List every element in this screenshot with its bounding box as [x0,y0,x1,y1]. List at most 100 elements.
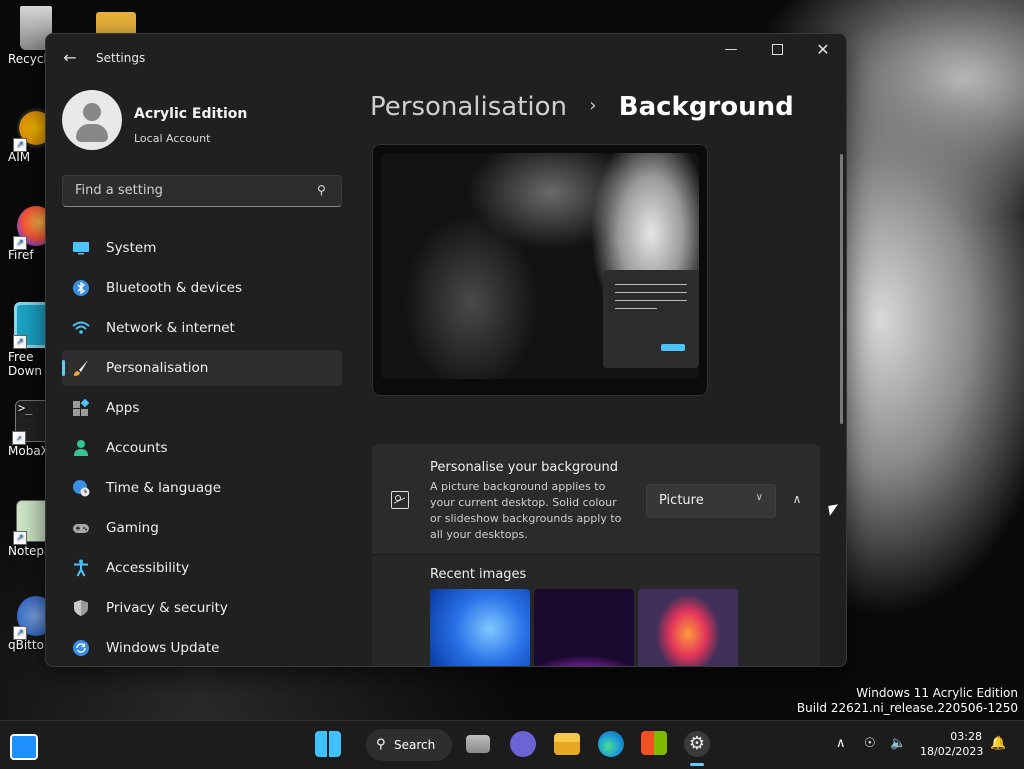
dropdown-value: Picture [659,493,704,508]
mouse-cursor-icon [828,504,840,516]
mockup-line [615,300,687,301]
sidebar-item-label: Time & language [106,480,222,496]
watermark-build: Build 22621.ni_release.220506-1250 [796,701,1018,715]
collapse-button[interactable]: ∧ [786,488,808,510]
recent-image-thumbnail[interactable] [638,589,738,666]
personalise-background-card: Personalise your background A picture ba… [372,444,820,555]
sidebar-item-personalisation[interactable]: Personalisation [62,350,342,386]
shortcut-arrow-icon: ↗ [13,236,27,250]
recent-image-thumbnail[interactable] [534,589,634,666]
sidebar-item-system[interactable]: System [62,230,342,266]
sidebar-item-label: Bluetooth & devices [106,280,243,296]
chevron-down-icon: ∨ [755,492,763,503]
sidebar-item-label: Accounts [106,440,168,456]
sidebar-item-privacy-security[interactable]: Privacy & security [62,590,342,626]
chevron-up-icon: ∧ [792,492,802,506]
desktop-icon-label: Free Down [8,350,43,378]
chat-button[interactable] [510,731,536,757]
clock-date: 18/02/2023 [920,745,984,758]
apps-icon [73,399,90,416]
edge-button[interactable] [598,731,624,757]
breadcrumb-separator-icon: › [589,95,597,116]
close-button[interactable]: ✕ [800,34,846,66]
sidebar-item-windows-update[interactable]: Windows Update [62,630,342,666]
brush-icon [74,360,88,376]
settings-window: ← Settings — ✕ Acrylic Edition Local Acc… [45,33,847,667]
maximize-button[interactable] [754,34,800,66]
page-title: Background [618,92,794,122]
notification-bell-icon[interactable]: 🔔 [990,736,1006,751]
recent-images-label: Recent images [430,567,527,582]
taskbar-search-label: Search [394,738,436,752]
shortcut-arrow-icon: ↗ [12,431,26,445]
language-globe-icon[interactable]: ☉ [864,736,876,751]
preview-wallpaper [381,153,699,379]
window-title: Settings [96,51,146,65]
widgets-button[interactable] [10,734,38,760]
sidebar-item-accessibility[interactable]: Accessibility [62,550,342,586]
show-hidden-icons-chevron-icon[interactable]: ∧ [836,736,846,751]
gamepad-icon [73,524,89,533]
preview-window-mockup [603,270,699,368]
arrow-left-icon: ← [63,48,77,67]
picture-icon [391,491,409,509]
sidebar-item-label: Network & internet [106,320,235,336]
search-icon[interactable]: ⚲ [317,183,331,197]
scrollbar[interactable] [840,154,843,424]
shortcut-arrow-icon: ↗ [13,335,27,349]
taskbar-clock[interactable]: 03:28 18/02/2023 [920,729,984,759]
sidebar-item-network[interactable]: Network & internet [62,310,342,346]
card-description: A picture background applies to your cur… [430,480,622,541]
taskbar: ⚲ Search ⚙ ∧ ☉ 🔈 03:28 18/02/2023 🔔 [0,720,1024,769]
mockup-line [615,308,657,309]
update-icon [73,640,89,656]
person-icon [74,440,88,456]
wifi-icon [72,321,90,334]
active-app-indicator [690,763,704,766]
shortcut-arrow-icon: ↗ [13,531,27,545]
shield-icon [74,600,88,616]
avatar-head-shape [83,103,101,121]
close-icon: ✕ [816,40,830,59]
sidebar-item-label: Gaming [106,520,159,536]
settings-button[interactable]: ⚙ [684,731,710,757]
desktop-preview [372,144,708,396]
desktop-watermark: Windows 11 Acrylic Edition Build 22621.n… [797,686,1018,716]
file-explorer-button[interactable] [554,733,580,755]
sidebar-item-bluetooth[interactable]: Bluetooth & devices [62,270,342,306]
user-profile[interactable]: Acrylic Edition Local Account [62,90,352,154]
store-button[interactable] [641,731,667,755]
sidebar-item-label: Windows Update [106,640,220,656]
task-view-button[interactable] [466,735,490,753]
taskbar-search[interactable]: ⚲ Search [366,729,452,761]
start-button[interactable] [315,731,341,757]
gear-icon: ⚙ [688,733,706,754]
avatar-body-shape [76,124,108,142]
search-icon: ⚲ [376,737,386,752]
minimize-icon: — [724,42,738,57]
title-bar[interactable]: ← Settings — ✕ [46,34,846,82]
nav-list: System Bluetooth & devices Network & int… [62,230,342,666]
card-title: Personalise your background [430,460,619,475]
sidebar-item-label: Privacy & security [106,600,228,616]
shortcut-arrow-icon: ↗ [13,626,27,640]
sidebar-item-accounts[interactable]: Accounts [62,430,342,466]
minimize-button[interactable]: — [708,34,754,66]
search-box[interactable]: ⚲ [62,175,342,207]
search-input[interactable] [73,182,307,199]
maximize-icon [771,44,783,55]
mockup-line [615,284,687,285]
background-type-dropdown[interactable]: Picture ∨ [646,484,776,518]
back-button[interactable]: ← [58,46,82,70]
recent-image-thumbnail[interactable] [430,589,530,666]
breadcrumb-parent[interactable]: Personalisation [370,92,567,122]
monitor-icon [73,242,89,255]
volume-muted-icon[interactable]: 🔈 [890,736,906,751]
sidebar-item-apps[interactable]: Apps [62,390,342,426]
sidebar-item-label: Personalisation [106,360,209,376]
sidebar-item-time-language[interactable]: Time & language [62,470,342,506]
windows-logo-icon [316,732,340,756]
profile-account-type: Local Account [134,132,211,145]
sidebar-item-label: Accessibility [106,560,190,576]
sidebar-item-gaming[interactable]: Gaming [62,510,342,546]
